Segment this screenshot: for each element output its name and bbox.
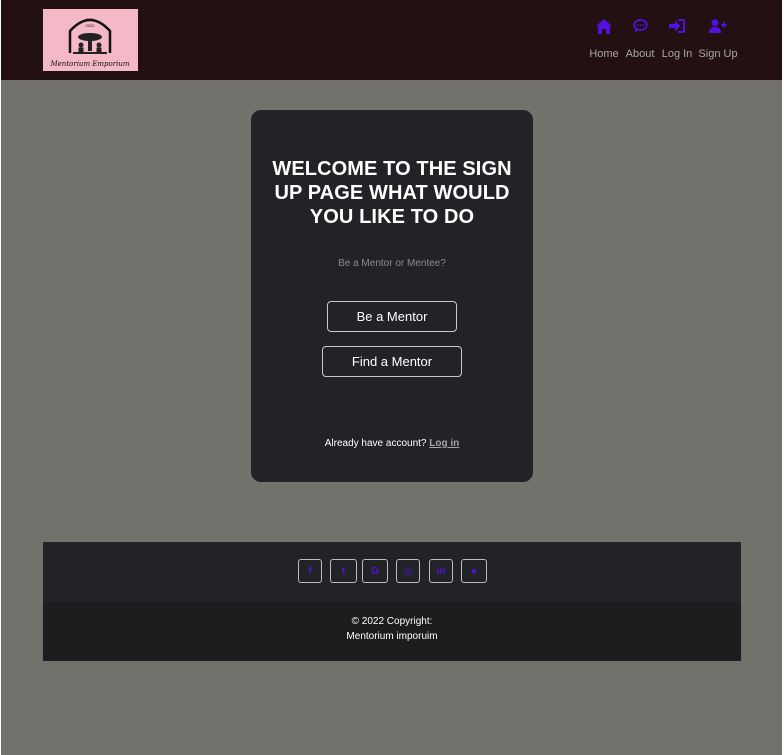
instagram-icon[interactable]: ◎	[396, 559, 420, 583]
navbar: EST. 2022 Mentorium Emporium Home About …	[1, 0, 782, 80]
github-icon[interactable]: ●	[461, 559, 487, 583]
logo-text: Mentorium Emporium	[50, 60, 130, 68]
copyright-line-2: Mentorium imporuim	[346, 631, 438, 642]
nav-home-label: Home	[589, 48, 619, 60]
footer-social-bar: f t G ◎ in ●	[43, 542, 741, 602]
nav-about-label: About	[625, 48, 655, 60]
nav-login-label: Log In	[661, 48, 693, 60]
facebook-icon[interactable]: f	[298, 559, 322, 583]
page-background: EST. 2022 Mentorium Emporium Home About …	[1, 0, 782, 755]
logo-est-text: EST.	[86, 17, 94, 22]
be-mentor-button[interactable]: Be a Mentor	[327, 301, 457, 332]
user-plus-icon	[709, 14, 727, 38]
linkedin-icon[interactable]: in	[429, 559, 453, 583]
copyright-line-1: © 2022 Copyright:	[351, 616, 433, 627]
account-prompt-text: Already have account?	[324, 438, 427, 449]
house-icon	[596, 14, 612, 38]
login-link[interactable]: Log in	[429, 438, 459, 449]
logo-year-text: 2022	[86, 23, 96, 28]
nav-signup-label: Sign Up	[698, 48, 738, 60]
google-icon[interactable]: G	[362, 559, 388, 583]
chat-bubble-icon	[632, 14, 648, 38]
twitter-icon[interactable]: t	[330, 559, 357, 583]
logo-image: EST. 2022 Mentorium Emporium	[43, 9, 138, 71]
nav-signup[interactable]: Sign Up	[698, 14, 738, 64]
footer-copyright-bar: © 2022 Copyright: Mentorium imporuim	[43, 602, 741, 661]
sign-in-icon	[669, 14, 685, 38]
find-mentor-button[interactable]: Find a Mentor	[322, 346, 462, 377]
signup-subtitle: Be a Mentor or Mentee?	[338, 258, 446, 269]
brand-logo[interactable]: EST. 2022 Mentorium Emporium	[43, 9, 138, 71]
nav-home[interactable]: Home	[589, 14, 619, 64]
copyright: © 2022 Copyright: Mentorium imporuim	[43, 614, 741, 644]
nav-login[interactable]: Log In	[661, 14, 693, 64]
page-title: WELCOME TO THE SIGN UP PAGE WHAT WOULD Y…	[272, 158, 512, 228]
nav-about[interactable]: About	[624, 14, 656, 64]
login-prompt: Already have account? Log in	[251, 438, 533, 449]
signup-card: WELCOME TO THE SIGN UP PAGE WHAT WOULD Y…	[251, 110, 533, 482]
